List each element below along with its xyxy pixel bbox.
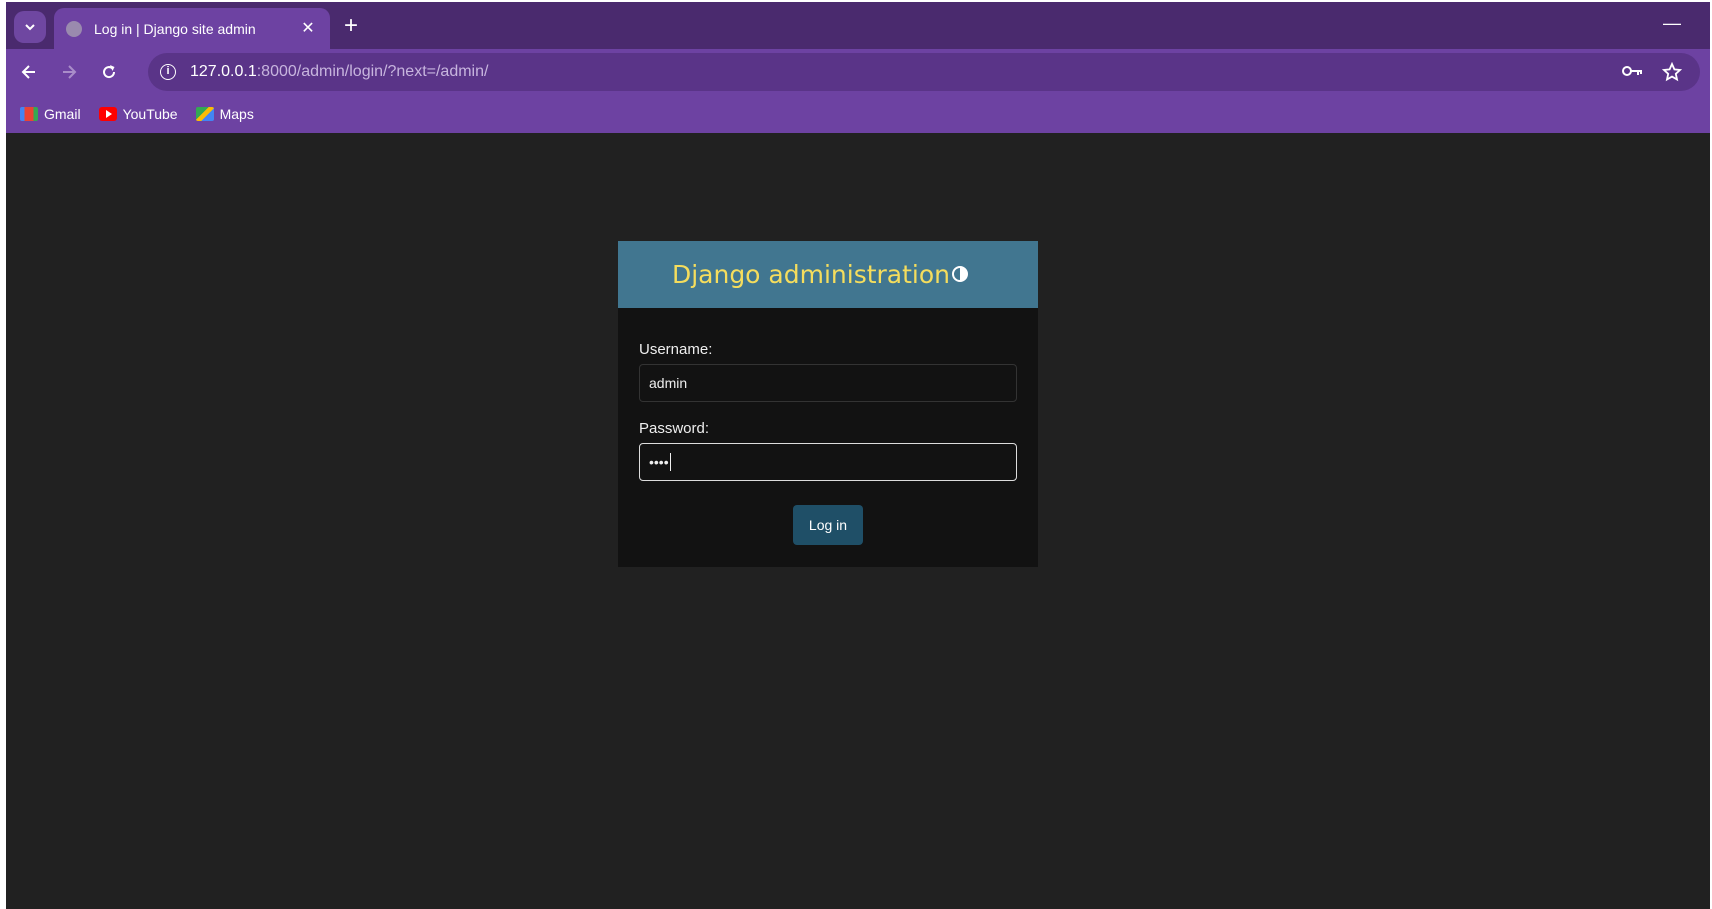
arrow-right-icon xyxy=(63,65,77,79)
key-icon[interactable] xyxy=(1622,62,1644,86)
bookmark-youtube[interactable]: YouTube xyxy=(98,106,178,122)
reload-button[interactable] xyxy=(96,59,122,85)
submit-row: Log in xyxy=(639,499,1017,545)
tab-search-button[interactable] xyxy=(14,11,46,43)
forward-button[interactable] xyxy=(56,59,82,85)
new-tab-button[interactable]: + xyxy=(338,14,364,40)
username-label: Username: xyxy=(639,341,713,358)
arrow-left-icon xyxy=(21,65,35,79)
globe-icon xyxy=(66,20,82,37)
tab-close-button[interactable]: ✕ xyxy=(298,20,318,37)
bookmark-label: Maps xyxy=(219,106,254,122)
reload-icon xyxy=(103,65,116,79)
bookmark-label: YouTube xyxy=(122,106,178,122)
password-label: Password: xyxy=(639,420,710,437)
theme-toggle-icon[interactable] xyxy=(952,266,968,282)
youtube-icon xyxy=(98,107,117,121)
info-icon[interactable]: i xyxy=(160,64,176,80)
login-header: Django administration xyxy=(618,241,1038,308)
tab-active[interactable]: Log in | Django site admin ✕ xyxy=(54,8,330,49)
bookmark-maps[interactable]: Maps xyxy=(195,106,254,122)
browser-toolbar: i 127.0.0.1 :8000/admin/login/?next=/adm… xyxy=(6,49,1710,95)
login-form: Username: admin Password: •••• Log in xyxy=(618,308,1038,545)
login-button[interactable]: Log in xyxy=(793,505,863,545)
tab-strip: Log in | Django site admin ✕ + — xyxy=(6,2,1710,49)
text-cursor xyxy=(669,453,671,471)
gmail-icon xyxy=(20,107,38,121)
browser-window: Log in | Django site admin ✕ + — i 127.0… xyxy=(6,2,1710,909)
maps-icon xyxy=(195,107,214,121)
star-icon[interactable] xyxy=(1661,61,1683,86)
minimize-button[interactable]: — xyxy=(1662,14,1682,34)
chevron-down-icon xyxy=(25,24,35,31)
username-input[interactable]: admin xyxy=(639,364,1017,402)
bookmarks-bar: Gmail YouTube Maps xyxy=(6,95,1710,133)
url-path: :8000/admin/login/?next=/admin/ xyxy=(256,63,489,80)
password-input[interactable]: •••• xyxy=(639,443,1017,481)
url-host: 127.0.0.1 xyxy=(190,63,257,80)
bookmark-label: Gmail xyxy=(44,106,81,122)
bookmark-gmail[interactable]: Gmail xyxy=(20,106,81,122)
password-value: •••• xyxy=(649,454,669,470)
login-container: Django administration Username: admin Pa… xyxy=(618,241,1038,567)
back-button[interactable] xyxy=(16,59,42,85)
page-content: Django administration Username: admin Pa… xyxy=(6,133,1710,909)
address-bar[interactable]: i 127.0.0.1 :8000/admin/login/?next=/adm… xyxy=(148,53,1700,91)
username-value: admin xyxy=(649,375,688,391)
site-title[interactable]: Django administration xyxy=(672,260,950,289)
tab-title: Log in | Django site admin xyxy=(94,20,256,37)
